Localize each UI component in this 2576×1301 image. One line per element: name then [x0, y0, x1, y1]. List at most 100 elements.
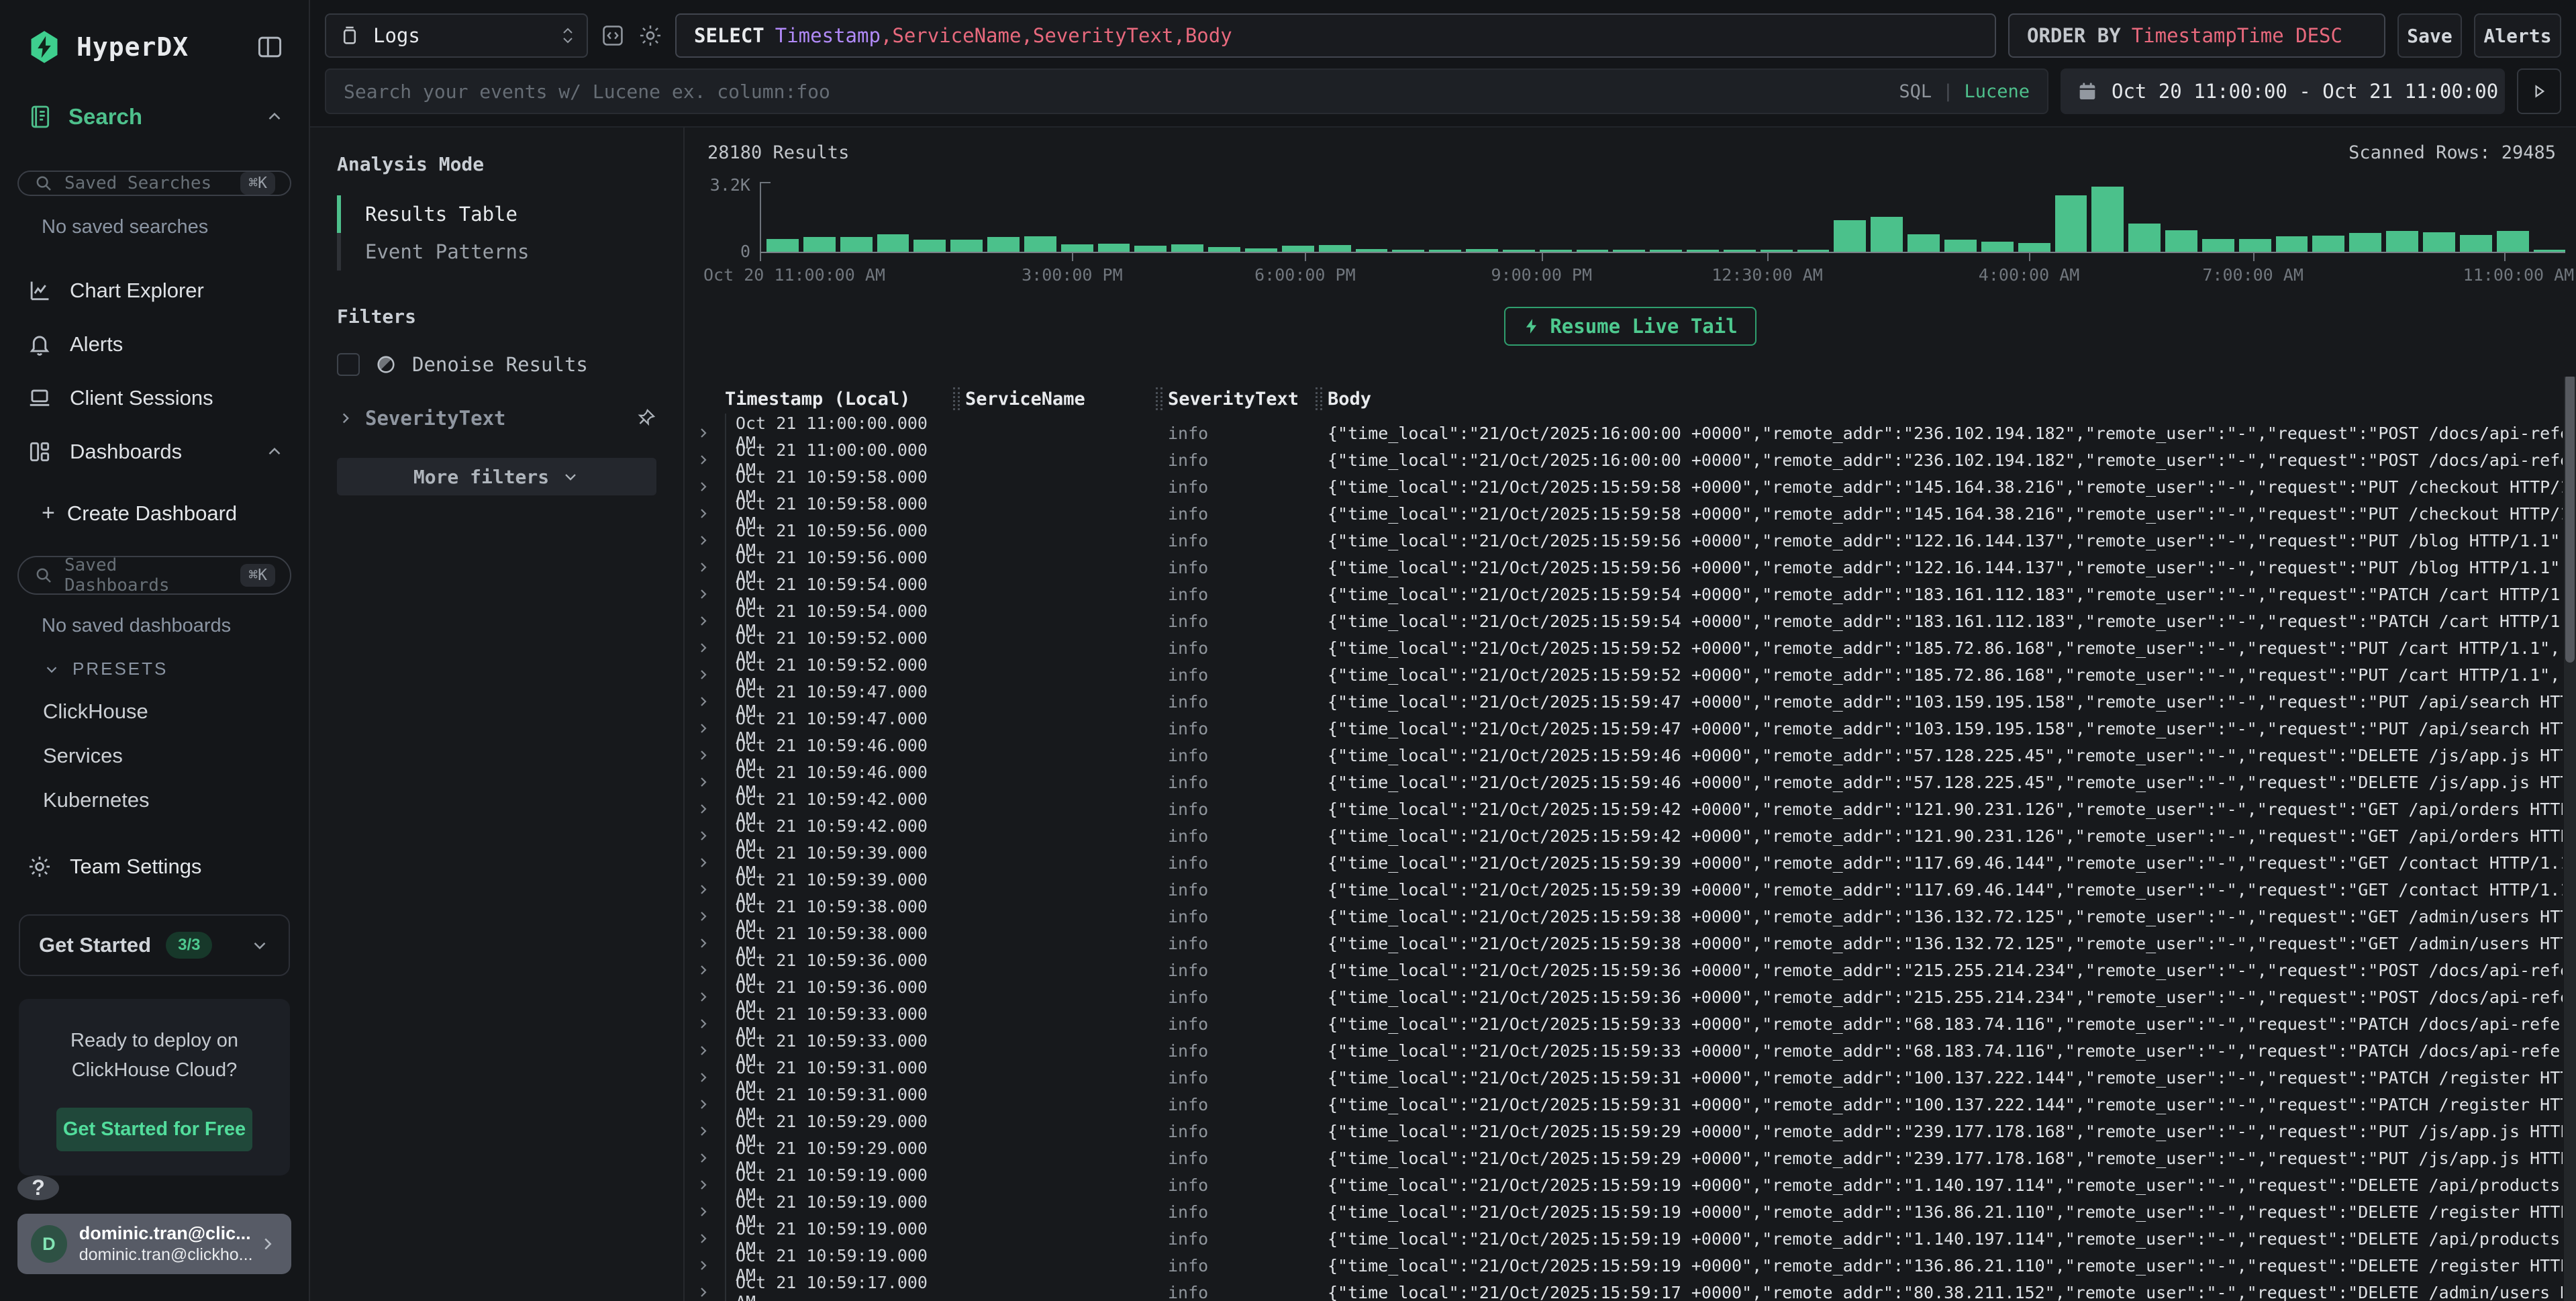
- more-filters-button[interactable]: More filters: [337, 458, 656, 495]
- row-expand-icon[interactable]: [695, 1150, 725, 1166]
- table-row[interactable]: Oct 21 10:59:39.000 AM info {"time_local…: [685, 876, 2576, 903]
- table-row[interactable]: Oct 21 10:59:29.000 AM info {"time_local…: [685, 1118, 2576, 1145]
- table-row[interactable]: Oct 21 10:59:47.000 AM info {"time_local…: [685, 715, 2576, 742]
- histogram-bar[interactable]: [803, 237, 836, 252]
- row-expand-icon[interactable]: [695, 505, 725, 522]
- row-expand-icon[interactable]: [695, 1123, 725, 1139]
- create-dashboard-button[interactable]: + Create Dashboard: [0, 484, 309, 533]
- mode-results-table[interactable]: Results Table: [337, 195, 656, 233]
- table-row[interactable]: Oct 21 10:59:33.000 AM info {"time_local…: [685, 1010, 2576, 1037]
- col-body[interactable]: Body: [1328, 389, 2563, 409]
- sidebar-item-dashboards[interactable]: Dashboards: [0, 425, 309, 479]
- table-row[interactable]: Oct 21 10:59:54.000 AM info {"time_local…: [685, 581, 2576, 608]
- histogram-bar[interactable]: [2460, 235, 2492, 252]
- row-expand-icon[interactable]: [695, 747, 725, 763]
- row-expand-icon[interactable]: [695, 1257, 725, 1273]
- histogram-bar[interactable]: [2349, 233, 2381, 252]
- histogram-bar[interactable]: [2091, 187, 2124, 252]
- table-row[interactable]: Oct 21 10:59:33.000 AM info {"time_local…: [685, 1037, 2576, 1064]
- resume-live-tail-button[interactable]: Resume Live Tail: [1504, 307, 1756, 346]
- histogram-bar[interactable]: [2276, 236, 2308, 252]
- histogram-bar[interactable]: [1944, 240, 1977, 252]
- col-timestamp[interactable]: Timestamp (Local): [725, 389, 953, 409]
- sidebar-item-chart-explorer[interactable]: Chart Explorer: [0, 264, 309, 318]
- table-row[interactable]: Oct 21 10:59:38.000 AM info {"time_local…: [685, 930, 2576, 957]
- language-toggle[interactable]: SQL | Lucene: [1899, 81, 2030, 102]
- saved-searches-input[interactable]: Saved Searches ⌘K: [17, 171, 291, 196]
- sql-toggle[interactable]: SQL: [1899, 81, 1932, 102]
- table-row[interactable]: Oct 21 10:59:38.000 AM info {"time_local…: [685, 903, 2576, 930]
- histogram-bar[interactable]: [1356, 249, 1388, 252]
- table-row[interactable]: Oct 21 10:59:52.000 AM info {"time_local…: [685, 634, 2576, 661]
- gear-icon[interactable]: [638, 13, 663, 58]
- histogram-bar[interactable]: [1797, 250, 1830, 252]
- event-search-input[interactable]: Search your events w/ Lucene ex. column:…: [325, 68, 2048, 114]
- column-resize-handle[interactable]: [1156, 387, 1162, 410]
- histogram-bar[interactable]: [2165, 230, 2197, 252]
- user-menu[interactable]: D dominic.tran@clic... dominic.tran@clic…: [17, 1214, 291, 1274]
- histogram-bar[interactable]: [913, 240, 946, 252]
- row-expand-icon[interactable]: [695, 801, 725, 817]
- histogram-bar[interactable]: [1724, 250, 1756, 252]
- table-row[interactable]: Oct 21 10:59:52.000 AM info {"time_local…: [685, 661, 2576, 688]
- table-row[interactable]: Oct 21 10:59:58.000 AM info {"time_local…: [685, 500, 2576, 527]
- row-expand-icon[interactable]: [695, 586, 725, 602]
- table-row[interactable]: Oct 21 10:59:42.000 AM info {"time_local…: [685, 822, 2576, 849]
- histogram-bar[interactable]: [2497, 231, 2529, 252]
- alerts-button[interactable]: Alerts: [2474, 13, 2561, 58]
- pin-icon[interactable]: [635, 407, 656, 429]
- row-expand-icon[interactable]: [695, 425, 725, 441]
- chevron-up-icon[interactable]: [264, 442, 285, 462]
- histogram-bar[interactable]: [2055, 195, 2087, 252]
- histogram-bar[interactable]: [1429, 250, 1461, 252]
- save-button[interactable]: Save: [2397, 13, 2462, 58]
- table-row[interactable]: Oct 21 10:59:36.000 AM info {"time_local…: [685, 983, 2576, 1010]
- row-expand-icon[interactable]: [695, 935, 725, 951]
- table-row[interactable]: Oct 21 10:59:46.000 AM info {"time_local…: [685, 769, 2576, 796]
- row-expand-icon[interactable]: [695, 559, 725, 575]
- table-row[interactable]: Oct 21 10:59:56.000 AM info {"time_local…: [685, 527, 2576, 554]
- saved-dashboards-input[interactable]: Saved Dashboards ⌘K: [17, 556, 291, 595]
- row-expand-icon[interactable]: [695, 855, 725, 871]
- histogram-bar[interactable]: [2312, 236, 2344, 252]
- histogram-bar[interactable]: [1282, 246, 1314, 252]
- histogram-bar[interactable]: [1061, 244, 1093, 252]
- table-row[interactable]: Oct 21 10:59:19.000 AM info {"time_local…: [685, 1198, 2576, 1225]
- row-expand-icon[interactable]: [695, 881, 725, 898]
- source-select[interactable]: Logs: [325, 13, 588, 58]
- row-expand-icon[interactable]: [695, 774, 725, 790]
- sidebar-item-client-sessions[interactable]: Client Sessions: [0, 371, 309, 425]
- table-scrollbar[interactable]: [2564, 377, 2576, 1301]
- column-resize-handle[interactable]: [1316, 387, 1322, 410]
- table-row[interactable]: Oct 21 10:59:19.000 AM info {"time_local…: [685, 1225, 2576, 1252]
- histogram-bar[interactable]: [1024, 236, 1056, 252]
- histogram-bar[interactable]: [2534, 250, 2566, 252]
- presets-toggle[interactable]: PRESETS: [43, 659, 309, 679]
- histogram-bar[interactable]: [1761, 250, 1793, 252]
- histogram-bar[interactable]: [766, 239, 799, 252]
- run-query-button[interactable]: [2517, 68, 2561, 114]
- col-severitytext[interactable]: SeverityText: [1168, 389, 1316, 409]
- date-range-picker[interactable]: Oct 20 11:00:00 - Oct 21 11:00:00: [2061, 68, 2505, 114]
- table-row[interactable]: Oct 21 10:59:42.000 AM info {"time_local…: [685, 796, 2576, 822]
- table-row[interactable]: Oct 21 10:59:58.000 AM info {"time_local…: [685, 473, 2576, 500]
- histogram-bar[interactable]: [950, 240, 983, 252]
- histogram-bar[interactable]: [840, 237, 873, 252]
- row-expand-icon[interactable]: [695, 1069, 725, 1086]
- table-row[interactable]: Oct 21 11:00:00.000 AM info {"time_local…: [685, 446, 2576, 473]
- row-expand-icon[interactable]: [695, 532, 725, 548]
- preset-services[interactable]: Services: [43, 744, 309, 768]
- histogram-bar[interactable]: [877, 234, 909, 252]
- code-box-icon[interactable]: [600, 13, 626, 58]
- scrollbar-thumb[interactable]: [2565, 377, 2575, 663]
- row-expand-icon[interactable]: [695, 693, 725, 710]
- histogram-bar[interactable]: [2423, 232, 2455, 252]
- table-row[interactable]: Oct 21 10:59:36.000 AM info {"time_local…: [685, 957, 2576, 983]
- row-expand-icon[interactable]: [695, 1177, 725, 1193]
- histogram-bar[interactable]: [1908, 234, 1940, 252]
- histogram-bar[interactable]: [2128, 224, 2161, 252]
- table-row[interactable]: Oct 21 10:59:19.000 AM info {"time_local…: [685, 1171, 2576, 1198]
- table-row[interactable]: Oct 21 10:59:29.000 AM info {"time_local…: [685, 1145, 2576, 1171]
- table-row[interactable]: Oct 21 10:59:56.000 AM info {"time_local…: [685, 554, 2576, 581]
- histogram-bar[interactable]: [1503, 250, 1535, 252]
